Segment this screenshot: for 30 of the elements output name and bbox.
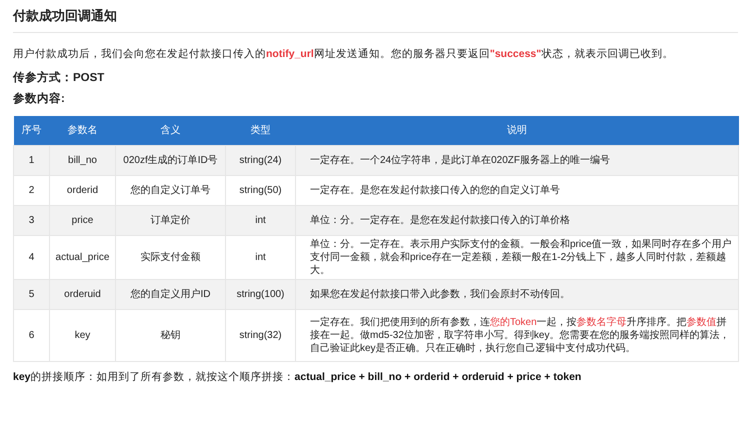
table-cell: int [226,206,296,236]
table-cell: 秘钥 [116,310,226,362]
column-header: 说明 [296,116,738,146]
table-cell: 020zf生成的订单ID号 [116,146,226,176]
table-cell: 3 [14,206,50,236]
table-cell: 如果您在发起付款接口带入此参数，我们会原封不动传回。 [296,280,738,310]
page-title: 付款成功回调通知 [13,8,118,24]
table-cell: key [50,310,116,362]
column-header: 参数名 [50,116,116,146]
table-cell: 您的自定义用户ID [116,280,226,310]
table-cell: orderuid [50,280,116,310]
table-cell: string(32) [226,310,296,362]
table-cell: 单位：分。一定存在。是您在发起付款接口传入的订单价格 [296,206,738,236]
table-cell: bill_no [50,146,116,176]
table-cell: 订单定价 [116,206,226,236]
column-header: 含义 [116,116,226,146]
table-cell: 6 [14,310,50,362]
table-cell: 1 [14,146,50,176]
table-cell: 一定存在。一个24位字符串，是此订单在020ZF服务器上的唯一编号 [296,146,738,176]
column-header: 序号 [14,116,50,146]
table-cell: price [50,206,116,236]
table-cell: 5 [14,280,50,310]
params-heading: 参数内容: [13,91,66,107]
footer-note: key的拼接顺序：如用到了所有参数，就按这个顺序拼接：actual_price + bill_no + orderid + orderuid + price + token [13,370,582,386]
method-label: 传参方式：POST [13,70,106,86]
table-cell: 一定存在。我们把使用到的所有参数，连您的Token一起，按参数名字母升序排序。把参数值拼接在一起。做md5-32位加密，取字符串小写。得到key。您需要在您的服务端按照同样的算法，自己验证此key是否正确。只在正确时，执行您自己逻辑中支付成功代码。 [296,310,738,362]
column-header: 类型 [226,116,296,146]
table-cell: string(100) [226,280,296,310]
intro-text: 用户付款成功后，我们会向您在发起付款接口传入的notify_url网址发送通知。您的服务器只要返回"success"状态，就表示回调已收到。 [13,46,674,62]
table-cell: string(24) [226,146,296,176]
